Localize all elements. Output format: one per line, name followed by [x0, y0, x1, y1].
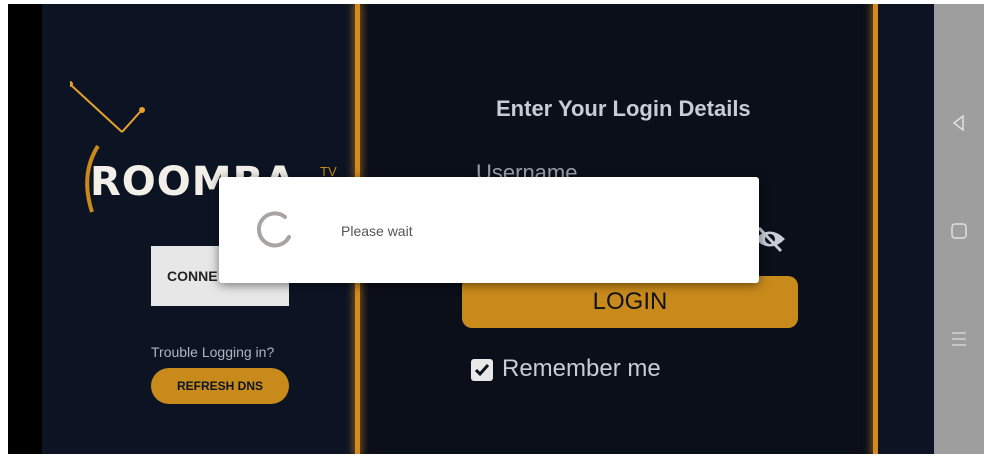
- spinner-icon: [256, 211, 291, 248]
- system-nav-bar: [934, 4, 984, 454]
- remember-checkbox[interactable]: [471, 359, 493, 381]
- trouble-text: Trouble Logging in?: [151, 344, 275, 360]
- menu-icon[interactable]: [950, 330, 968, 348]
- right-panel: [878, 4, 934, 454]
- remember-label: Remember me: [502, 355, 661, 382]
- dialog-message: Please wait: [341, 223, 413, 239]
- login-button[interactable]: LOGIN: [462, 276, 798, 328]
- left-edge: [8, 4, 42, 454]
- back-icon[interactable]: [950, 114, 968, 132]
- app-screen: ROOMBA TV CONNE Trouble Logging in? REFR…: [8, 4, 934, 454]
- refresh-dns-button[interactable]: REFRESH DNS: [151, 368, 289, 404]
- login-title: Enter Your Login Details: [496, 96, 751, 121]
- check-icon: [474, 364, 490, 377]
- progress-dialog: Please wait: [219, 177, 759, 283]
- home-icon[interactable]: [950, 222, 968, 240]
